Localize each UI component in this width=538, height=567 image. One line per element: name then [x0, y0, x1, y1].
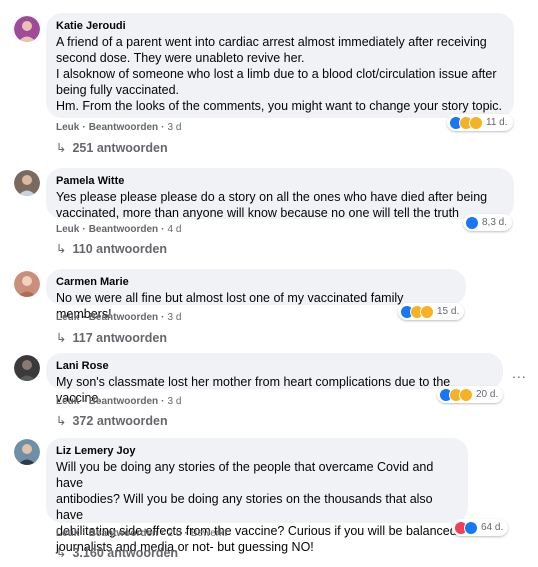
reply-arrow-icon: ↳ — [56, 546, 67, 560]
comment-author[interactable]: Pamela Witte — [56, 174, 504, 188]
reaction-summary[interactable]: 15 d. — [398, 303, 465, 320]
replies-count: 251 antwoorden — [72, 141, 168, 155]
reaction-count: 8,3 d. — [482, 217, 508, 228]
replies-count: 3.160 antwoorden — [72, 546, 179, 560]
comment-bubble: Carmen Marie No we were all fine but alm… — [46, 269, 466, 321]
haha-icon — [420, 304, 434, 319]
comment-text: A friend of a parent went into cardiac a… — [56, 35, 503, 113]
haha-icon — [469, 115, 483, 130]
comment-author[interactable]: Liz Lemery Joy — [56, 444, 458, 458]
reply-arrow-icon: ↳ — [56, 331, 67, 345]
like-icon — [464, 520, 478, 535]
view-replies[interactable]: ↳ 117 antwoorden — [56, 331, 167, 345]
comment-author[interactable]: Lani Rose — [56, 359, 493, 373]
like-link[interactable]: Leuk — [56, 122, 79, 133]
comment-bubble: Katie Jeroudi A friend of a parent went … — [46, 13, 514, 118]
replies-count: 372 antwoorden — [72, 414, 168, 428]
avatar[interactable] — [14, 16, 40, 42]
avatar[interactable] — [14, 170, 40, 196]
edited-label: Bewerkt — [190, 528, 227, 539]
comment-author[interactable]: Katie Jeroudi — [56, 19, 504, 33]
comment-timestamp[interactable]: 3 d — [167, 312, 181, 323]
like-link[interactable]: Leuk — [56, 528, 79, 539]
like-icon — [465, 215, 479, 230]
view-replies[interactable]: ↳ 251 antwoorden — [56, 141, 168, 155]
avatar[interactable] — [14, 439, 40, 465]
replies-count: 110 antwoorden — [72, 242, 167, 256]
comment-timestamp[interactable]: 2 d — [167, 528, 181, 539]
reply-arrow-icon: ↳ — [56, 242, 67, 256]
reply-link[interactable]: Beantwoorden — [89, 224, 158, 235]
comment-author[interactable]: Carmen Marie — [56, 275, 456, 289]
comment-text: Will you be doing any stories of the peo… — [56, 460, 457, 554]
reaction-count: 15 d. — [437, 306, 460, 317]
comment-timestamp[interactable]: 4 d — [167, 224, 181, 235]
reply-link[interactable]: Beantwoorden — [89, 312, 158, 323]
avatar[interactable] — [14, 355, 40, 381]
reply-link[interactable]: Beantwoorden — [89, 122, 158, 133]
comment-actions: Leuk · Beantwoorden · 3 d — [56, 312, 182, 323]
reaction-count: 64 d. — [481, 522, 504, 533]
like-link[interactable]: Leuk — [56, 312, 79, 323]
replies-count: 117 antwoorden — [72, 331, 167, 345]
comment-actions: Leuk · Beantwoorden · 4 d — [56, 224, 182, 235]
more-options-icon[interactable]: ... — [512, 366, 527, 380]
view-replies[interactable]: ↳ 110 antwoorden — [56, 242, 167, 256]
reply-arrow-icon: ↳ — [56, 414, 67, 428]
comment-timestamp[interactable]: 3 d — [167, 122, 181, 133]
reaction-summary[interactable]: 64 d. — [452, 519, 509, 536]
avatar[interactable] — [14, 271, 40, 297]
comment-actions: Leuk · Beantwoorden · 3 d — [56, 396, 182, 407]
reaction-summary[interactable]: 8,3 d. — [463, 214, 513, 231]
reaction-count: 11 d. — [486, 117, 508, 128]
reply-link[interactable]: Beantwoorden — [89, 396, 158, 407]
comment-bubble: Pamela Witte Yes please please please do… — [46, 168, 514, 220]
reaction-count: 20 d. — [476, 389, 499, 400]
comment-timestamp[interactable]: 3 d — [167, 396, 181, 407]
haha-icon — [459, 387, 473, 402]
reply-link[interactable]: Beantwoorden — [89, 528, 158, 539]
view-replies[interactable]: ↳ 372 antwoorden — [56, 414, 168, 428]
reaction-summary[interactable]: 20 d. — [437, 386, 504, 403]
view-replies[interactable]: ↳ 3.160 antwoorden — [56, 546, 178, 560]
comment-actions: Leuk · Beantwoorden · 2 d · Bewerkt — [56, 528, 227, 539]
reaction-summary[interactable]: 11 d. — [447, 114, 513, 131]
like-link[interactable]: Leuk — [56, 224, 79, 235]
comment-text: Yes please please please do a story on a… — [56, 190, 488, 220]
reply-arrow-icon: ↳ — [56, 141, 67, 155]
comment-bubble: Liz Lemery Joy Will you be doing any sto… — [46, 438, 468, 554]
like-link[interactable]: Leuk — [56, 396, 79, 407]
comment-actions: Leuk · Beantwoorden · 3 d — [56, 122, 182, 133]
comment-bubble: Lani Rose My son's classmate lost her mo… — [46, 353, 503, 405]
